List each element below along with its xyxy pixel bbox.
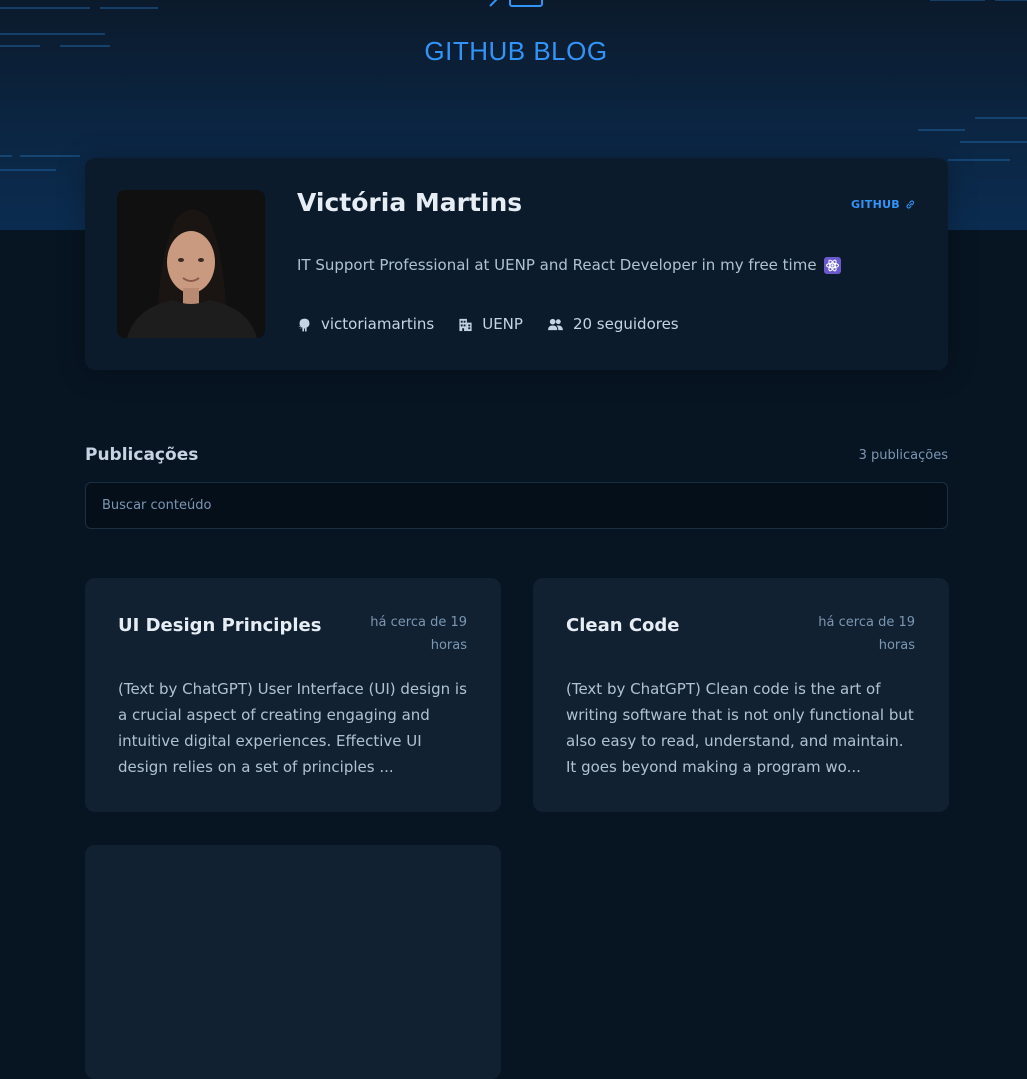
post-card[interactable]: Clean Code há cerca de 19 horas (Text by…	[533, 578, 949, 812]
followers-item: 20 seguidores	[547, 315, 679, 333]
post-date: há cerca de 19 horas	[370, 615, 467, 653]
github-link-label: GITHUB	[851, 198, 900, 211]
profile-card: Victória Martins GITHUB IT Support Profe…	[85, 158, 948, 370]
building-icon	[459, 318, 472, 331]
post-card[interactable]	[85, 845, 501, 1079]
users-icon	[547, 318, 563, 330]
github-icon	[298, 318, 310, 331]
username-item: victoriamartins	[297, 315, 434, 333]
bio-text: IT Support Professional at UENP and Reac…	[297, 256, 817, 274]
post-date: há cerca de 19 horas	[818, 615, 915, 653]
publications-title: Publicações	[85, 445, 199, 465]
followers: 20 seguidores	[572, 315, 679, 333]
post-title: UI Design Principles	[118, 615, 322, 636]
atom-emoji-icon	[823, 256, 841, 274]
username: victoriamartins	[321, 315, 435, 333]
post-excerpt: (Text by ChatGPT) User Interface (UI) de…	[118, 680, 467, 776]
code-logo-icon	[489, 0, 543, 7]
search-input[interactable]	[85, 482, 948, 529]
post-excerpt: (Text by ChatGPT) Clean code is the art …	[566, 680, 914, 776]
profile-name: Victória Martins	[297, 188, 523, 217]
profile-bio: IT Support Professional at UENP and Reac…	[297, 256, 841, 274]
brand-title: GITHUB BLOG	[424, 36, 608, 66]
profile-meta: victoriamartins UENP 20 seguidores	[297, 315, 679, 333]
post-title: Clean Code	[566, 615, 680, 636]
company-item: UENP	[458, 315, 523, 333]
publications-count: 3 publicações	[858, 448, 948, 463]
avatar	[117, 190, 265, 338]
github-link[interactable]: GITHUB	[851, 198, 916, 211]
external-link-icon	[906, 200, 915, 209]
company: UENP	[482, 315, 523, 333]
post-card[interactable]: UI Design Principles há cerca de 19 hora…	[85, 578, 501, 812]
